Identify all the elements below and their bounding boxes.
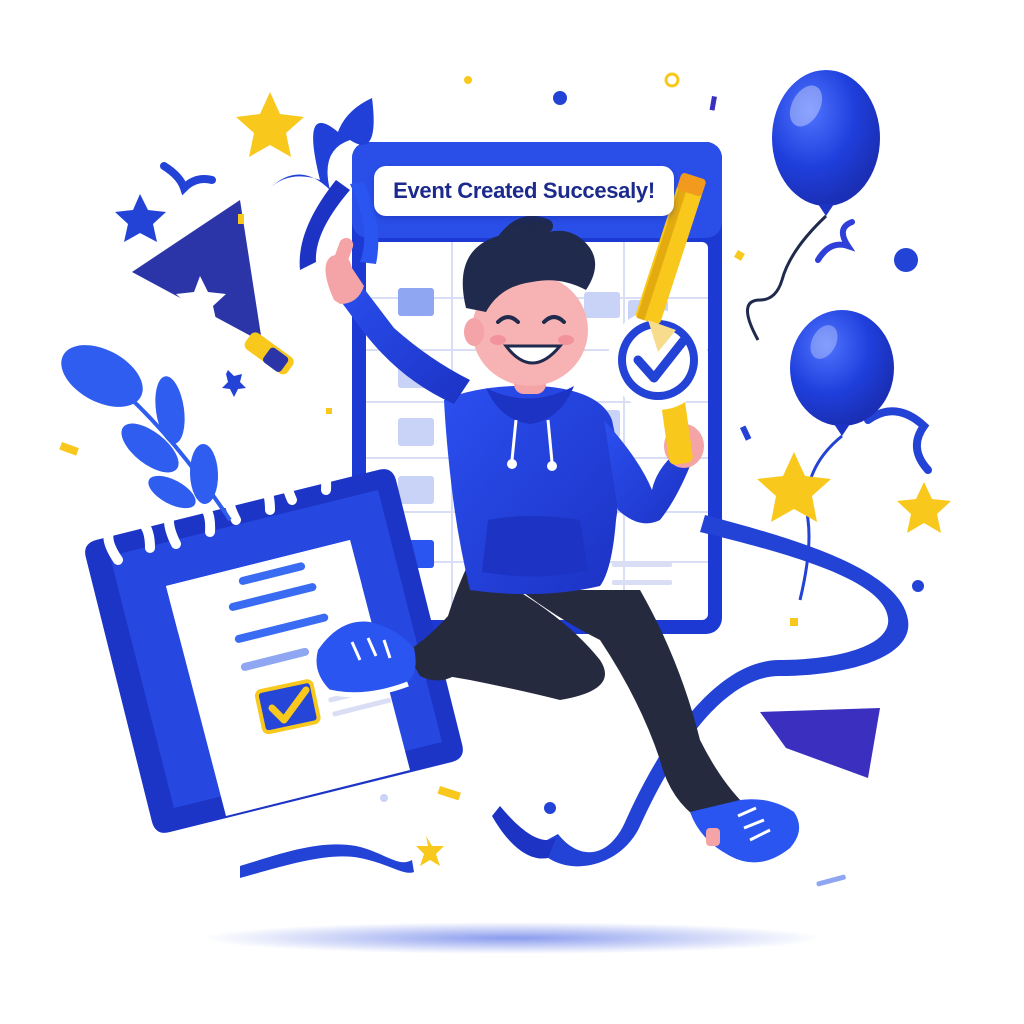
leaf-icon bbox=[61, 345, 232, 522]
party-flag-icon bbox=[132, 200, 294, 375]
success-message: Event Created Succesaly! bbox=[393, 178, 655, 203]
balloon-icon bbox=[746, 70, 894, 601]
checkbox-icon bbox=[254, 679, 321, 735]
illustration-stage: Event Created Succesaly! bbox=[0, 0, 1024, 1024]
floor-shadow bbox=[202, 922, 822, 954]
celebration-illustration bbox=[59, 70, 951, 954]
success-notification: Event Created Succesaly! bbox=[374, 166, 674, 216]
